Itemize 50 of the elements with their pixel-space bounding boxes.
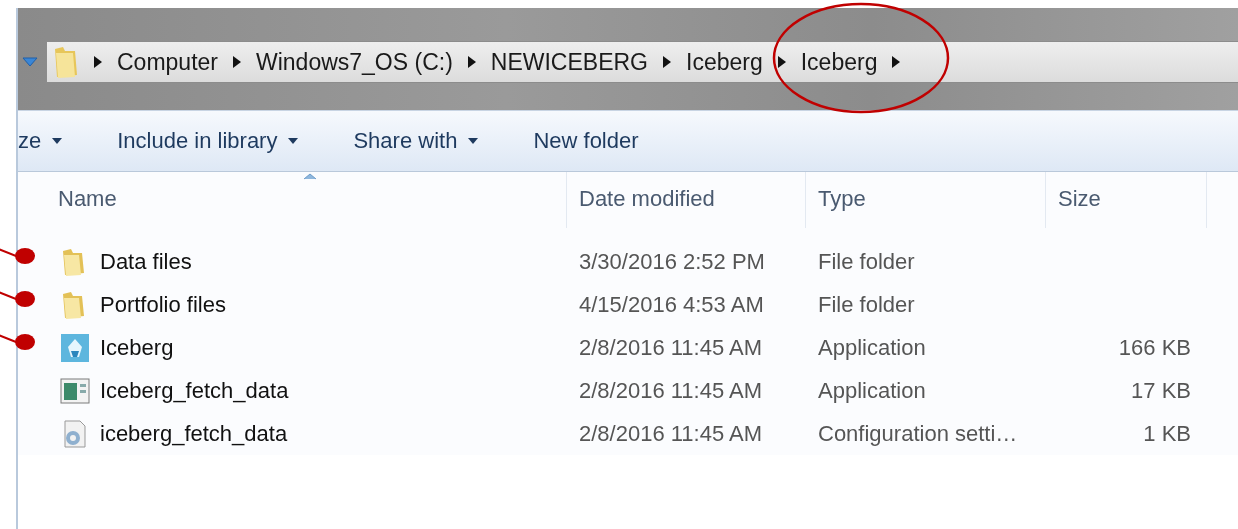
table-cell: 3/30/2016 2:52 PM xyxy=(579,248,765,275)
file-row[interactable]: Iceberg_fetch_data 2/8/2016 11:45 AM Application 17 KB xyxy=(18,369,1238,412)
chevron-icon[interactable] xyxy=(776,55,787,69)
column-header[interactable]: Date modified xyxy=(567,172,806,228)
file-name[interactable]: Portfolio files xyxy=(100,291,226,318)
file-name[interactable]: Iceberg_fetch_data xyxy=(100,377,289,404)
chevron-icon[interactable] xyxy=(891,55,902,69)
breadcrumb[interactable]: Iceberg xyxy=(800,48,878,76)
table-cell: 2/8/2016 11:45 AM xyxy=(579,420,763,447)
table-cell: 17 KB xyxy=(1131,377,1191,404)
file-row[interactable]: iceberg_fetch_data 2/8/2016 11:45 AM Configuration setti… 1 KB xyxy=(18,412,1238,455)
table-cell: 2/8/2016 11:45 AM xyxy=(579,377,763,404)
toolbar-button[interactable]: ze xyxy=(18,122,74,160)
table-cell: Application xyxy=(818,334,926,361)
caret-icon xyxy=(287,137,300,145)
app-icon xyxy=(60,332,90,363)
file-row[interactable]: Portfolio files 4/15/2016 4:53 AM File folder xyxy=(18,283,1238,326)
file-row[interactable]: Data files 3/30/2016 2:52 PM File folder xyxy=(18,240,1238,283)
toolbar-button[interactable]: Include in library xyxy=(107,122,310,160)
file-name[interactable]: Iceberg xyxy=(100,334,174,361)
file-row[interactable]: Iceberg 2/8/2016 11:45 AM Application 166 KB xyxy=(18,326,1238,369)
folder-icon xyxy=(53,45,79,79)
window-icon xyxy=(60,375,90,406)
caret-icon xyxy=(51,137,64,145)
table-cell: 1 KB xyxy=(1143,420,1191,447)
table-cell: File folder xyxy=(818,248,915,275)
breadcrumb[interactable]: Computer xyxy=(117,48,218,76)
toolbar-button[interactable]: New folder xyxy=(523,122,649,160)
sort-arrow-icon xyxy=(302,173,317,180)
caret-icon xyxy=(467,137,480,145)
breadcrumb[interactable]: NEWICEBERG xyxy=(490,48,648,76)
breadcrumb[interactable]: Windows7_OS (C:) xyxy=(256,48,453,76)
table-cell: 2/8/2016 11:45 AM xyxy=(579,334,763,361)
file-name[interactable]: iceberg_fetch_data xyxy=(100,420,288,447)
chevron-icon[interactable] xyxy=(93,55,103,69)
table-cell: Application xyxy=(818,377,926,404)
chevron-icon[interactable] xyxy=(232,55,242,69)
chevron-icon[interactable] xyxy=(466,55,477,69)
table-cell: Configuration setti… xyxy=(818,420,1018,447)
address-bar[interactable]: Computer Windows7_OS (C:) NEWICEBERG Iceberg Iceberg xyxy=(46,41,1238,83)
table-cell: 166 KB xyxy=(1118,334,1191,361)
column-header[interactable]: Size xyxy=(1046,172,1207,228)
chevron-icon[interactable] xyxy=(662,55,672,69)
table-cell: 4/15/2016 4:53 AM xyxy=(579,291,764,318)
column-header[interactable]: Type xyxy=(806,172,1046,228)
column-header[interactable]: Name xyxy=(18,172,567,228)
file-name[interactable]: Data files xyxy=(100,248,192,275)
toolbar-button[interactable]: Share with xyxy=(343,122,490,160)
breadcrumb[interactable]: Iceberg xyxy=(686,48,763,76)
table-cell: File folder xyxy=(818,291,915,318)
